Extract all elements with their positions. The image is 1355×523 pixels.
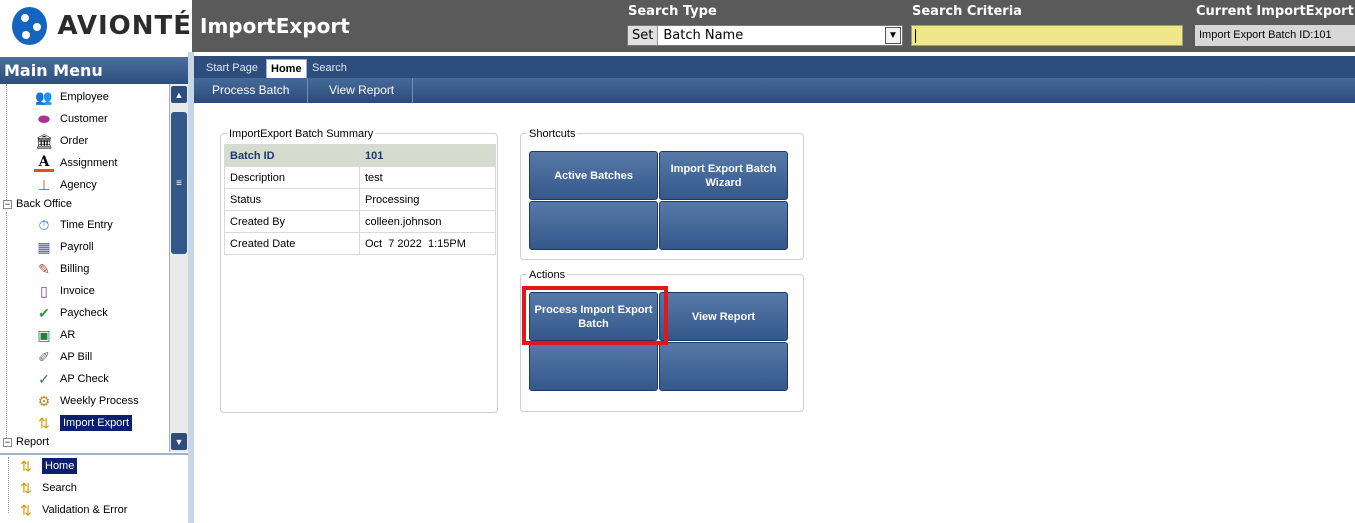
summary-value: Processing bbox=[359, 188, 496, 211]
menu-item-customer[interactable]: ⬬ Customer bbox=[34, 109, 108, 129]
main-menu-tree: 👥 Employee ⬬ Customer 🏛 Order A Assignme… bbox=[0, 84, 170, 452]
tab-search[interactable]: Search bbox=[308, 59, 351, 78]
assignment-icon: A bbox=[34, 154, 54, 172]
logo-text: AVIONTÉ bbox=[57, 11, 192, 41]
employee-icon: 👥 bbox=[35, 88, 53, 105]
menu-group-report[interactable]: − Report bbox=[3, 432, 49, 452]
empty-shortcut-tile bbox=[529, 201, 658, 250]
ap-check-icon: ✓ bbox=[38, 370, 50, 387]
menu-scrollbar[interactable]: ▲ ≡ ▼ bbox=[170, 84, 188, 452]
highlight-box bbox=[522, 286, 668, 345]
summary-value: test bbox=[359, 166, 496, 189]
menu-item-agency[interactable]: ⊥ Agency bbox=[34, 175, 97, 195]
menu-item-ap-check[interactable]: ✓ AP Check bbox=[34, 369, 109, 389]
current-importexport-value: Import Export Batch ID:101 bbox=[1195, 25, 1355, 46]
avionte-logo-icon bbox=[12, 7, 48, 45]
main-content: ImportExport Batch Summary Batch ID 101 … bbox=[194, 103, 1355, 523]
menu-item-billing[interactable]: ✎ Billing bbox=[34, 259, 89, 279]
chevron-down-icon[interactable]: ▼ bbox=[885, 27, 901, 44]
search-type-label: Search Type bbox=[628, 4, 717, 19]
table-row: Created By colleen.johnson bbox=[224, 210, 496, 233]
tab-start-page[interactable]: Start Page bbox=[202, 59, 262, 78]
import-export-wizard-button[interactable]: Import Export Batch Wizard bbox=[659, 151, 788, 200]
menu-item-import-export[interactable]: ⇅ Import Export bbox=[34, 413, 133, 433]
subtree-item-search[interactable]: ⇅ Search bbox=[16, 478, 77, 498]
payroll-icon: ▦ bbox=[37, 238, 51, 255]
ar-icon: ▣ bbox=[37, 326, 51, 343]
summary-label: Status bbox=[224, 188, 360, 211]
paycheck-icon: ✔ bbox=[38, 304, 50, 321]
main-menu-title: Main Menu bbox=[0, 57, 188, 84]
import-export-icon: ⇅ bbox=[20, 479, 32, 496]
table-row: Description test bbox=[224, 166, 496, 189]
table-row: Batch ID 101 bbox=[224, 144, 496, 167]
menu-item-ar[interactable]: ▣ AR bbox=[34, 325, 75, 345]
summary-label: Batch ID bbox=[224, 144, 360, 167]
import-export-icon: ⇅ bbox=[20, 457, 32, 474]
ap-bill-icon: ✐ bbox=[38, 348, 50, 365]
app-header: AVIONTÉ ImportExport Search Type Set Bat… bbox=[0, 0, 1355, 52]
order-icon: 🏛 bbox=[35, 132, 53, 149]
time-entry-icon: ⏱ bbox=[38, 216, 50, 233]
search-type-value: Batch Name bbox=[663, 28, 744, 43]
menu-item-ap-bill[interactable]: ✐ AP Bill bbox=[34, 347, 92, 367]
menu-item-employee[interactable]: 👥 Employee bbox=[34, 87, 109, 107]
logo: AVIONTÉ bbox=[0, 0, 192, 52]
batch-summary-title: ImportExport Batch Summary bbox=[227, 128, 376, 140]
summary-label: Created Date bbox=[224, 232, 360, 255]
weekly-process-icon: ⚙ bbox=[37, 392, 51, 409]
search-type-select[interactable]: Set Batch Name ▼ bbox=[627, 25, 903, 46]
batch-summary-panel: ImportExport Batch Summary Batch ID 101 … bbox=[220, 128, 498, 413]
view-report-action-button[interactable]: View Report bbox=[659, 292, 788, 341]
menu-group-back-office[interactable]: − Back Office bbox=[3, 194, 72, 214]
empty-shortcut-tile bbox=[659, 201, 788, 250]
actions-title: Actions bbox=[527, 269, 568, 281]
table-row: Created Date Oct 7 2022 1:15PM bbox=[224, 232, 496, 255]
empty-action-tile bbox=[529, 342, 658, 391]
summary-value: Oct 7 2022 1:15PM bbox=[359, 232, 496, 255]
billing-icon: ✎ bbox=[38, 260, 50, 277]
menu-item-weekly-process[interactable]: ⚙ Weekly Process bbox=[34, 391, 139, 411]
tab-bar: Start Page Home Search bbox=[194, 56, 1355, 78]
summary-value: 101 bbox=[359, 144, 496, 167]
batch-summary-table: Batch ID 101 Description test Status Pro… bbox=[224, 144, 496, 255]
shortcuts-panel: Shortcuts Active Batches Import Export B… bbox=[520, 128, 804, 260]
subtree-item-home[interactable]: ⇅ Home bbox=[16, 456, 78, 476]
summary-label: Created By bbox=[224, 210, 360, 233]
menu-item-order[interactable]: 🏛 Order bbox=[34, 131, 88, 151]
toolbar: Process Batch View Report bbox=[194, 78, 1355, 103]
search-criteria-input[interactable] bbox=[911, 25, 1183, 46]
importexport-subtree: ⇅ Home ⇅ Search ⇅ Validation & Error bbox=[0, 453, 188, 523]
import-export-icon: ⇅ bbox=[20, 501, 32, 518]
customer-icon: ⬬ bbox=[38, 110, 50, 127]
active-batches-button[interactable]: Active Batches bbox=[529, 151, 658, 200]
scroll-thumb[interactable]: ≡ bbox=[171, 112, 187, 254]
shortcuts-title: Shortcuts bbox=[527, 128, 578, 140]
scroll-down-icon[interactable]: ▼ bbox=[171, 433, 187, 450]
menu-item-paycheck[interactable]: ✔ Paycheck bbox=[34, 303, 108, 323]
collapse-icon[interactable]: − bbox=[3, 437, 12, 447]
menu-item-time-entry[interactable]: ⏱ Time Entry bbox=[34, 215, 113, 235]
collapse-icon[interactable]: − bbox=[3, 199, 12, 209]
page-title: ImportExport bbox=[200, 14, 350, 38]
current-importexport-label: Current ImportExport bbox=[1196, 4, 1354, 19]
summary-label: Description bbox=[224, 166, 360, 189]
process-batch-button[interactable]: Process Batch bbox=[194, 78, 309, 103]
menu-item-payroll[interactable]: ▦ Payroll bbox=[34, 237, 93, 257]
empty-action-tile bbox=[659, 342, 788, 391]
tab-home[interactable]: Home bbox=[266, 59, 307, 78]
summary-value: colleen.johnson bbox=[359, 210, 496, 233]
view-report-button[interactable]: View Report bbox=[311, 78, 414, 103]
menu-item-invoice[interactable]: ▯ Invoice bbox=[34, 281, 95, 301]
table-row: Status Processing bbox=[224, 188, 496, 211]
subtree-item-validation-error[interactable]: ⇅ Validation & Error bbox=[16, 500, 127, 520]
set-button[interactable]: Set bbox=[628, 26, 659, 45]
agency-icon: ⊥ bbox=[37, 176, 51, 193]
scroll-up-icon[interactable]: ▲ bbox=[171, 86, 187, 103]
search-criteria-label: Search Criteria bbox=[912, 4, 1022, 19]
import-export-icon: ⇅ bbox=[38, 414, 50, 431]
invoice-icon: ▯ bbox=[40, 282, 48, 299]
menu-item-assignment[interactable]: A Assignment bbox=[34, 153, 117, 173]
